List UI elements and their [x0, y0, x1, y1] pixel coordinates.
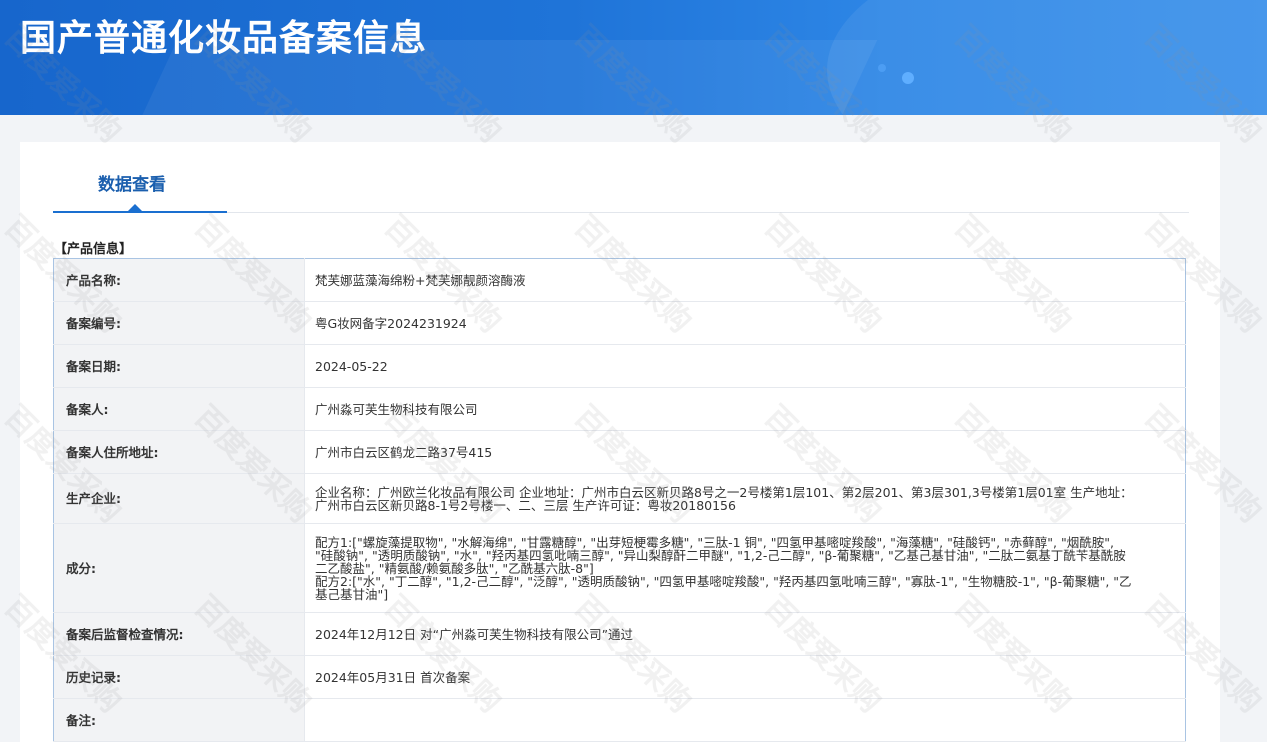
row-value: 梵芙娜蓝藻海绵粉+梵芙娜靓颜溶酶液	[304, 258, 1186, 302]
row-label: 备案人住所地址:	[53, 430, 305, 474]
row-label: 备案人:	[53, 387, 305, 431]
formula-2: 配方2:["水", "丁二醇", "1,2-己二醇", "泛醇", "透明质酸钠…	[315, 573, 1132, 602]
table-row: 备案日期: 2024-05-22	[53, 344, 1186, 388]
tab-label: 数据查看	[98, 175, 166, 195]
row-value: 企业名称：广州欧兰化妆品有限公司 企业地址：广州市白云区新贝路8号之一2号楼第1…	[304, 473, 1186, 524]
row-label: 备案后监督检查情况:	[53, 612, 305, 656]
row-label: 成分:	[53, 523, 305, 613]
table-row: 备案后监督检查情况: 2024年12月12日 对“广州淼可芙生物科技有限公司”通…	[53, 612, 1186, 656]
table-row: 备案人住所地址: 广州市白云区鹤龙二路37号415	[53, 430, 1186, 474]
row-label: 备案编号:	[53, 301, 305, 345]
product-info-table: 产品名称: 梵芙娜蓝藻海绵粉+梵芙娜靓颜溶酶液 备案编号: 粤G妆网备字2024…	[53, 258, 1186, 742]
table-row: 产品名称: 梵芙娜蓝藻海绵粉+梵芙娜靓颜溶酶液	[53, 258, 1186, 302]
row-value: 广州淼可芙生物科技有限公司	[304, 387, 1186, 431]
row-value	[304, 698, 1186, 742]
decor-dot	[878, 64, 886, 72]
row-value: 粤G妆网备字2024231924	[304, 301, 1186, 345]
table-row: 历史记录: 2024年05月31日 首次备案	[53, 655, 1186, 699]
row-value-ingredients: 配方1:["螺旋藻提取物", "水解海绵", "甘露糖醇", "出芽短梗霉多糖"…	[304, 523, 1186, 613]
row-label: 备注:	[53, 698, 305, 742]
section-title-product-info: 【产品信息】	[54, 242, 133, 257]
decor-dot	[902, 72, 914, 84]
page-title: 国产普通化妆品备案信息	[20, 18, 428, 59]
header-banner: 国产普通化妆品备案信息	[0, 0, 1267, 115]
row-label: 备案日期:	[53, 344, 305, 388]
formula-1: 配方1:["螺旋藻提取物", "水解海绵", "甘露糖醇", "出芽短梗霉多糖"…	[315, 534, 1126, 576]
row-value: 2024年12月12日 对“广州淼可芙生物科技有限公司”通过	[304, 612, 1186, 656]
tab-data-view[interactable]: 数据查看	[53, 142, 227, 213]
tab-active-indicator	[128, 204, 142, 211]
tab-bar: 数据查看	[53, 142, 1189, 213]
content-card: 数据查看 【产品信息】 产品名称: 梵芙娜蓝藻海绵粉+梵芙娜靓颜溶酶液 备案编号…	[20, 142, 1220, 742]
row-label: 历史记录:	[53, 655, 305, 699]
table-row: 生产企业: 企业名称：广州欧兰化妆品有限公司 企业地址：广州市白云区新贝路8号之…	[53, 473, 1186, 524]
row-label: 生产企业:	[53, 473, 305, 524]
table-row: 备案人: 广州淼可芙生物科技有限公司	[53, 387, 1186, 431]
row-label: 产品名称:	[53, 258, 305, 302]
row-value: 2024-05-22	[304, 344, 1186, 388]
row-value: 广州市白云区鹤龙二路37号415	[304, 430, 1186, 474]
table-row: 成分: 配方1:["螺旋藻提取物", "水解海绵", "甘露糖醇", "出芽短梗…	[53, 523, 1186, 613]
row-value: 2024年05月31日 首次备案	[304, 655, 1186, 699]
table-row: 备注:	[53, 698, 1186, 742]
table-row: 备案编号: 粤G妆网备字2024231924	[53, 301, 1186, 345]
